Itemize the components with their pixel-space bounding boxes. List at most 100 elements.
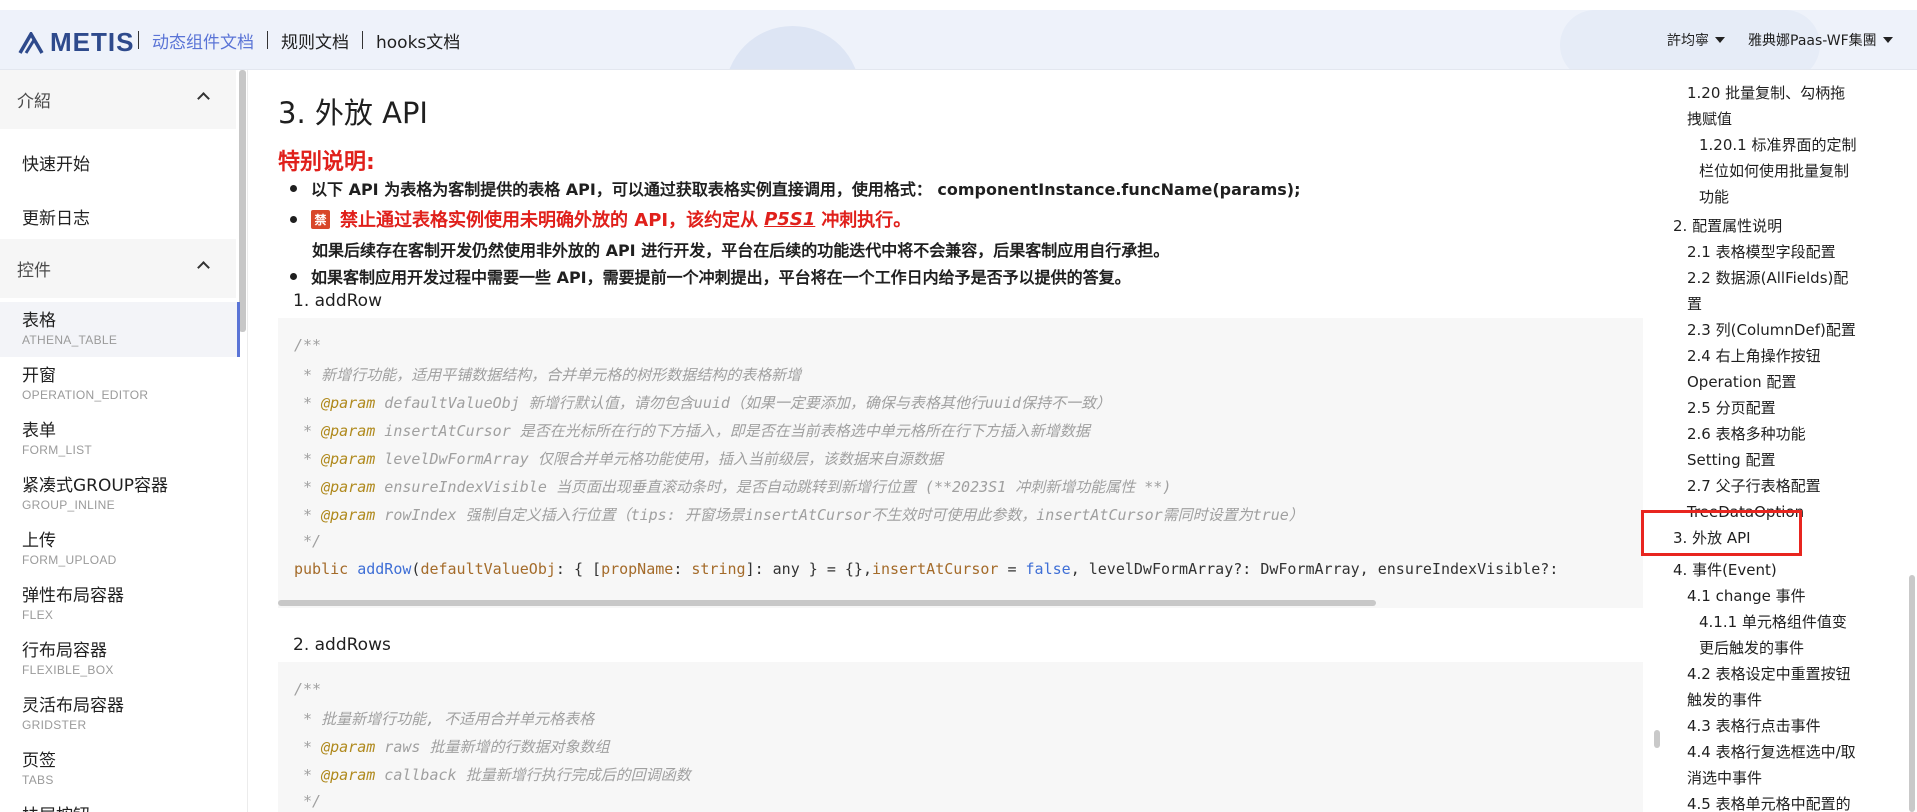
toc-item[interactable]: 2.3 列(ColumnDef)配置 <box>1687 317 1856 343</box>
code-text: defaultValueObj 新增行默认值，请勿包含uuid（如果一定要添加，… <box>375 394 1112 412</box>
nav-link-rule-docs[interactable]: 规则文档 <box>281 28 349 53</box>
toc-item[interactable]: 触发的事件 <box>1687 687 1762 713</box>
toc-item[interactable]: Operation 配置 <box>1687 369 1796 395</box>
sidebar-item-flex[interactable]: 弹性布局容器 FLEX <box>0 577 240 632</box>
toc-item[interactable]: 4.2 表格设定中重置按钮 <box>1687 661 1851 687</box>
toc-item[interactable]: 2. 配置属性说明 <box>1673 213 1782 239</box>
note-text: 以下 API 为表格为客制提供的表格 API，可以通过获取表格实例直接调用，使用… <box>311 180 1301 199</box>
code-param: defaultValueObj <box>420 560 556 578</box>
sidebar-item-code: OPERATION_EDITOR <box>22 388 149 402</box>
toc-item[interactable]: 更后触发的事件 <box>1699 635 1804 661</box>
sidebar-item-quick-start[interactable]: 快速开始 <box>22 150 90 175</box>
toc-item[interactable]: 4. 事件(Event) <box>1673 557 1777 583</box>
toc-item[interactable]: 2.2 数据源(AllFields)配 <box>1687 265 1848 291</box>
sidebar-item-group-inline[interactable]: 紧凑式GROUP容器 GROUP_INLINE <box>0 467 240 522</box>
code-block-addrow: /** * 新增行功能，适用平铺数据结构，合并单元格的树形数据结构的表格新增 *… <box>278 318 1643 608</box>
toc-item[interactable]: 2.7 父子行表格配置 <box>1687 473 1821 499</box>
chevron-up-icon <box>197 261 210 274</box>
sidebar-item-form-upload[interactable]: 上传 FORM_UPLOAD <box>0 522 240 577</box>
sidebar-item-table[interactable]: 表格 ATHENA_TABLE <box>0 302 240 357</box>
table-of-contents: 1.20 批量复制、勾柄拖 拽赋值 1.20.1 标准界面的定制 栏位如何使用批… <box>1643 70 1917 812</box>
top-header: METIS 动态组件文档 规则文档 hooks文档 許均寧 雅典娜Paas-WF… <box>0 10 1917 70</box>
code-line: * @param defaultValueObj 新增行默认值，请勿包含uuid… <box>294 394 1112 412</box>
special-note-heading: 特别说明: <box>278 150 375 175</box>
code-line: * @param callback 批量新增行执行完成后的回调函数 <box>294 766 691 784</box>
toc-item[interactable]: 置 <box>1687 291 1702 317</box>
code-line: * @param rowIndex 强制自定义插入行位置（tips: 开窗场景i… <box>294 506 1304 524</box>
code-function-name: addRow <box>357 560 412 578</box>
toc-item[interactable]: 4.1 change 事件 <box>1687 583 1806 609</box>
code-tag: @param <box>321 766 376 784</box>
note-bullet: 如果客制应用开发过程中需要一些 API，需要提前一个冲刺提出，平台将在一个工作日… <box>290 264 1131 288</box>
sidebar: 介紹 快速开始 更新日志 控件 表格 ATHENA_TABLE 开窗 OPERA… <box>0 70 248 812</box>
toc-item[interactable]: 4.4 表格行复选框选中/取 <box>1687 739 1856 765</box>
toc-item[interactable]: 2.5 分页配置 <box>1687 395 1776 421</box>
sidebar-item-title: 页签 <box>22 751 56 771</box>
sidebar-item-changelog[interactable]: 更新日志 <box>22 204 90 229</box>
code-text: callback 批量新增行执行完成后的回调函数 <box>375 766 691 784</box>
sidebar-item-code: FORM_UPLOAD <box>22 553 117 567</box>
note-paragraph: 如果后续存在客制开发仍然使用非外放的 API 进行开发，平台在后续的功能迭代中将… <box>312 241 1170 260</box>
code-line: * @param ensureIndexVisible 当页面出现垂直滚动条时，… <box>294 478 1172 496</box>
user-name: 許均寧 <box>1667 33 1709 49</box>
nav-link-component-docs[interactable]: 动态组件文档 <box>152 28 254 53</box>
toc-item[interactable]: 2.6 表格多种功能 <box>1687 421 1806 447</box>
toc-item[interactable]: 消选中事件 <box>1687 765 1762 791</box>
forbidden-icon: 禁 <box>311 209 330 229</box>
sidebar-item-title: 紧凑式GROUP容器 <box>22 476 169 496</box>
code-text: , levelDwFormArray?: DwFormArray, ensure… <box>1070 560 1559 578</box>
sidebar-item-tabs[interactable]: 页签 TABS <box>0 742 240 797</box>
sprint-link[interactable]: P5S1 <box>764 209 815 230</box>
code-tag: @param <box>321 738 376 756</box>
user-menu[interactable]: 許均寧 <box>1667 10 1725 69</box>
org-menu[interactable]: 雅典娜Paas-WF集團 <box>1748 10 1893 69</box>
note-text: 冲刺执行。 <box>821 210 912 231</box>
sidebar-item-code: FLEXIBLE_BOX <box>22 663 114 677</box>
org-name: 雅典娜Paas-WF集團 <box>1748 33 1877 49</box>
code-tag: @param <box>321 394 376 412</box>
toc-item[interactable]: 4.5 表格单元格中配置的 <box>1687 791 1851 812</box>
sidebar-item-code: GROUP_INLINE <box>22 498 115 512</box>
sidebar-item-code: FLEX <box>22 608 54 622</box>
toc-item[interactable]: Setting 配置 <box>1687 447 1775 473</box>
toc-item[interactable]: 1.20 批量复制、勾柄拖 <box>1687 80 1845 106</box>
sidebar-item-title: 表格 <box>22 311 56 331</box>
code-param: insertAtCursor <box>872 560 999 578</box>
code-line: */ <box>294 792 322 810</box>
sidebar-group-label: 介紹 <box>17 92 51 112</box>
toc-scrollbar-thumb[interactable] <box>1654 730 1660 748</box>
code-line: /** <box>294 680 322 698</box>
sidebar-item-flexible-box[interactable]: 行布局容器 FLEXIBLE_BOX <box>0 632 240 687</box>
code-tag: @param <box>321 506 376 524</box>
toc-item[interactable]: 拽赋值 <box>1687 106 1732 132</box>
toc-item[interactable]: 2.4 右上角操作按钮 <box>1687 343 1821 369</box>
code-text: levelDwFormArray 仅限合并单元格功能使用，插入当前级层，该数据来… <box>375 450 943 468</box>
code-signature-line: public addRow(defaultValueObj: { [propNa… <box>294 560 1558 578</box>
code-text: raws 批量新增的行数据对象数组 <box>375 738 610 756</box>
code-line: */ <box>294 532 322 550</box>
metis-logo[interactable]: METIS <box>18 27 134 58</box>
toc-item[interactable]: 功能 <box>1699 184 1729 210</box>
section-heading-addrows: 2. addRows <box>293 635 391 655</box>
sidebar-group-controls[interactable]: 控件 <box>0 239 236 298</box>
bullet-dot <box>290 215 297 223</box>
code-type: string <box>691 560 746 578</box>
sidebar-item-operation-editor[interactable]: 开窗 OPERATION_EDITOR <box>0 357 240 412</box>
highlight-annotation-box <box>1641 510 1802 556</box>
toc-item[interactable]: 1.20.1 标准界面的定制 <box>1699 132 1856 158</box>
code-tag: @param <box>321 422 376 440</box>
sidebar-group-intro[interactable]: 介紹 <box>0 70 236 129</box>
sidebar-item-float-button[interactable]: 扶层按钮 <box>0 797 240 812</box>
sidebar-scrollbar[interactable] <box>239 70 246 332</box>
toc-item[interactable]: 4.3 表格行点击事件 <box>1687 713 1821 739</box>
toc-scrollbar[interactable] <box>1909 575 1915 812</box>
code-keyword: public <box>294 560 358 578</box>
code-horizontal-scrollbar[interactable] <box>278 600 1376 606</box>
toc-item[interactable]: 2.1 表格模型字段配置 <box>1687 239 1836 265</box>
sidebar-item-form-list[interactable]: 表单 FORM_LIST <box>0 412 240 467</box>
sidebar-item-gridster[interactable]: 灵活布局容器 GRIDSTER <box>0 687 240 742</box>
toc-item[interactable]: 4.1.1 单元格组件值变 <box>1699 609 1847 635</box>
toc-item[interactable]: 栏位如何使用批量复制 <box>1699 158 1849 184</box>
nav-link-hooks-docs[interactable]: hooks文档 <box>376 28 460 53</box>
header-decoration <box>725 26 860 69</box>
